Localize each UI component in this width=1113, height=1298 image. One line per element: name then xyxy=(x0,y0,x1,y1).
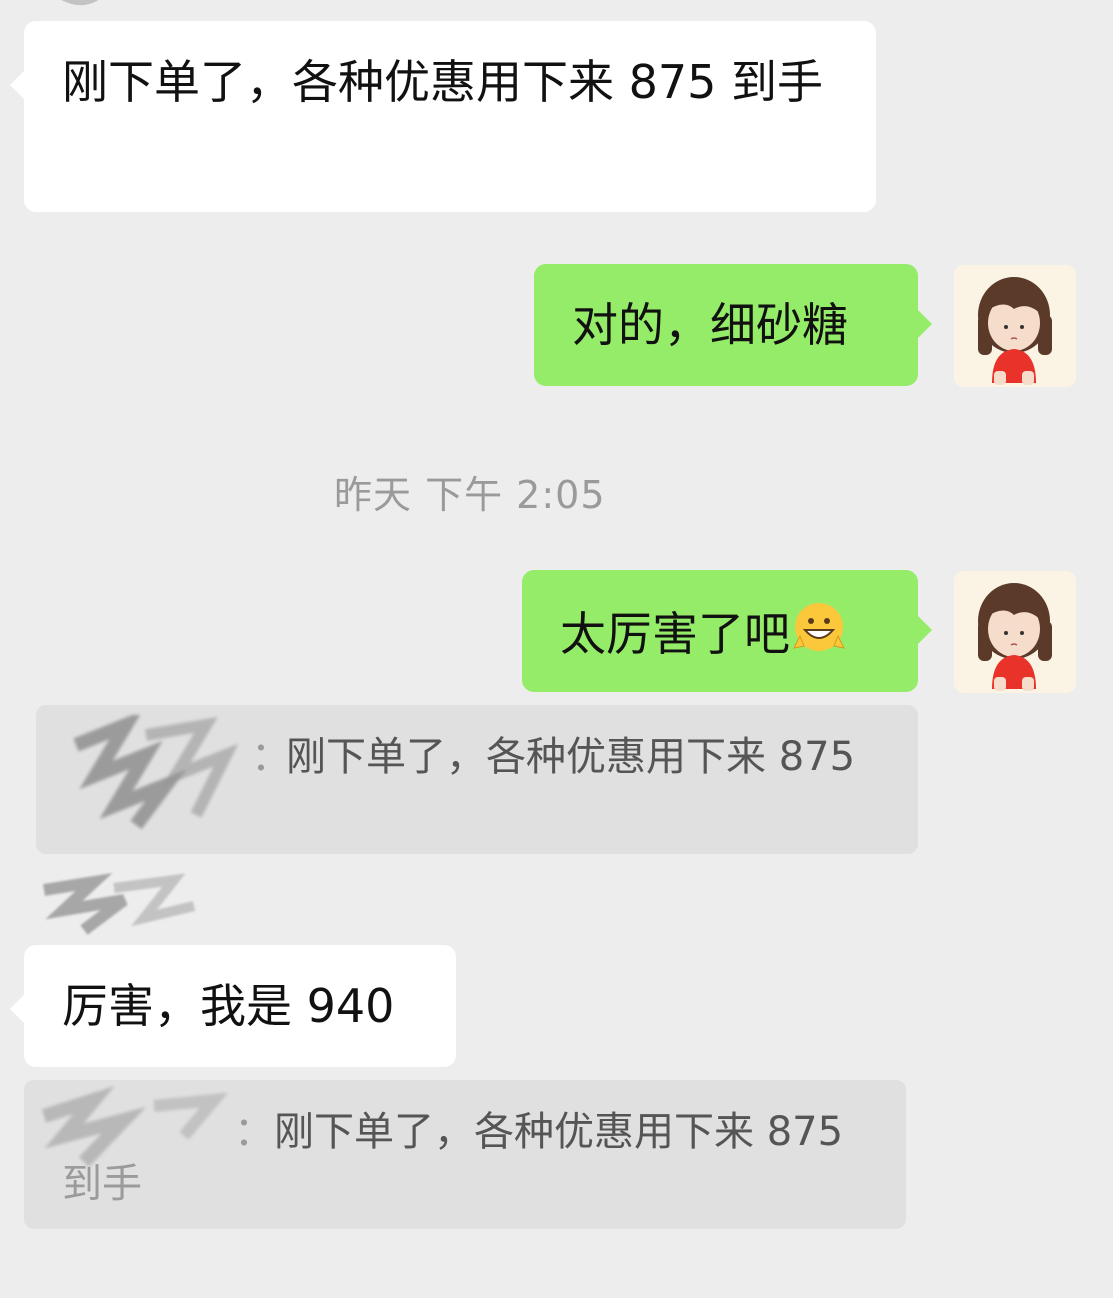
redaction-scribble xyxy=(43,872,196,935)
message-bubble-incoming[interactable]: 厉害，我是 940 xyxy=(10,945,456,1067)
message-text: 太厉害了吧 xyxy=(560,607,790,661)
redacted-quote-author xyxy=(56,710,256,835)
quoted-reply[interactable]: ： 刚下单了，各种优惠用下来 875 到手 xyxy=(24,1080,906,1229)
redaction-scribble xyxy=(61,0,99,6)
chat-window: 刚下单了，各种优惠用下来 875 到手 对的，细砂糖 昨天 下午 2:05 太厉… xyxy=(0,0,1113,1298)
message-text: 厉害，我是 940 xyxy=(62,979,395,1033)
avatar[interactable] xyxy=(954,265,1076,387)
cartoon-girl-avatar-icon xyxy=(954,571,1076,693)
sender-name-redacted xyxy=(24,870,204,940)
message-text: 刚下单了，各种优惠用下来 875 到手 xyxy=(62,55,824,109)
message-bubble-incoming[interactable]: 刚下单了，各种优惠用下来 875 到手 xyxy=(10,21,876,212)
message-bubble-outgoing[interactable]: 太厉害了吧 xyxy=(522,570,932,692)
grinning-peace-emoji-icon xyxy=(790,600,848,658)
quoted-reply[interactable]: ： 刚下单了，各种优惠用下来 875 xyxy=(36,705,918,854)
quote-text: 刚下单了，各种优惠用下来 875 xyxy=(274,1109,844,1155)
timestamp-text: 昨天 下午 2:05 xyxy=(334,473,606,517)
quote-separator: ： xyxy=(234,1109,274,1155)
quote-separator: ： xyxy=(251,734,291,780)
quote-text-continuation: 到手 xyxy=(62,1161,142,1207)
quote-text: 刚下单了，各种优惠用下来 875 xyxy=(286,734,856,780)
message-bubble-outgoing[interactable]: 对的，细砂糖 xyxy=(534,264,932,386)
cartoon-girl-avatar-icon xyxy=(954,265,1076,387)
sender-name-top-redacted xyxy=(24,0,104,10)
avatar[interactable] xyxy=(954,571,1076,693)
message-text: 对的，细砂糖 xyxy=(572,298,848,352)
timestamp: 昨天 下午 2:05 xyxy=(334,464,734,517)
